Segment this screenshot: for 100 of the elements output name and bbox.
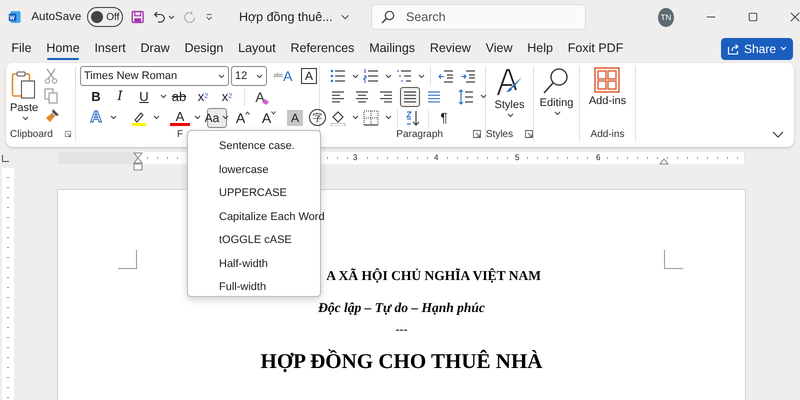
sort-icon[interactable] xyxy=(405,110,421,126)
caret-icon xyxy=(780,46,787,51)
group-label: F xyxy=(177,128,184,140)
ribbon-tab[interactable]: Insert xyxy=(87,36,134,61)
caret-icon[interactable] xyxy=(418,74,425,79)
caret-icon[interactable] xyxy=(218,74,225,79)
outline-button[interactable]: A xyxy=(86,108,106,128)
dialog-launcher-icon[interactable] xyxy=(525,130,534,138)
shaded-button[interactable]: A xyxy=(287,110,303,126)
ribbon-tab[interactable]: Draw xyxy=(133,36,178,61)
ribbon-tab[interactable]: Layout xyxy=(230,36,284,61)
caret-icon[interactable] xyxy=(480,94,487,100)
share-icon xyxy=(726,42,740,54)
caret-icon[interactable] xyxy=(153,115,160,120)
group-label: Styles xyxy=(486,128,514,140)
ribbon-tab[interactable]: References xyxy=(283,36,362,61)
share-button[interactable]: Share xyxy=(720,38,793,60)
shrink-button[interactable]: A xyxy=(259,108,279,128)
save-icon[interactable] xyxy=(131,9,145,25)
caret-icon[interactable] xyxy=(222,115,230,120)
caret-icon[interactable] xyxy=(22,116,29,121)
show-formatting-marks-button[interactable]: ¶ xyxy=(434,108,454,128)
caret-icon[interactable] xyxy=(160,94,167,100)
italic-button[interactable]: I xyxy=(110,86,130,107)
add-ins-button[interactable]: Add-ins xyxy=(584,66,630,109)
menu-item[interactable]: Full-width xyxy=(188,276,320,300)
change-case-button[interactable]: Aa xyxy=(207,108,227,128)
decrease-indent-icon[interactable] xyxy=(438,68,454,84)
color-button[interactable]: A xyxy=(170,109,190,126)
caret-icon[interactable] xyxy=(385,115,392,120)
editing-button[interactable]: Editing xyxy=(536,66,578,118)
collapse-ribbon-icon[interactable] xyxy=(772,131,784,139)
borders-icon[interactable] xyxy=(363,110,379,126)
clipboard-icon xyxy=(11,70,38,100)
caret-icon[interactable] xyxy=(352,115,359,120)
text-effects-button[interactable]: $^{abc}$A xyxy=(273,66,293,86)
maximize-icon[interactable] xyxy=(748,11,758,23)
undo-icon[interactable] xyxy=(152,9,166,25)
character-border-button[interactable]: A xyxy=(301,68,317,84)
caret-icon[interactable] xyxy=(194,115,201,120)
align-right-icon xyxy=(378,90,394,104)
menu-item[interactable]: Sentence case. xyxy=(188,135,320,158)
close-icon[interactable] xyxy=(790,11,800,23)
ribbon-tab[interactable]: File xyxy=(4,36,39,61)
menu-item[interactable]: lowercase xyxy=(188,158,320,182)
paste-button[interactable]: Paste xyxy=(6,66,42,124)
caret-icon[interactable] xyxy=(554,111,561,116)
line-spacing-icon[interactable] xyxy=(458,88,474,105)
ribbon-tab[interactable]: Home xyxy=(38,36,88,61)
ribbon-tab[interactable]: Mailings xyxy=(362,36,422,61)
margin-corner-mark xyxy=(118,250,137,269)
scissors-icon[interactable] xyxy=(44,68,58,84)
numbering-icon[interactable] xyxy=(363,68,379,84)
customize-toolbar-icon[interactable] xyxy=(204,13,213,21)
bold-button[interactable]: B xyxy=(86,86,106,107)
font-size-dropdown[interactable]: 12 xyxy=(231,66,267,86)
styles-button[interactable]: Styles xyxy=(490,66,528,120)
ribbon-tab[interactable]: View xyxy=(478,36,520,61)
caret-icon[interactable] xyxy=(507,113,514,118)
indent-marker-icon[interactable] xyxy=(133,152,143,172)
paintbrush-icon[interactable] xyxy=(44,108,60,124)
font-name-dropdown[interactable]: Times New Roman xyxy=(80,66,229,86)
caret-icon[interactable] xyxy=(385,74,392,79)
bullets-icon[interactable] xyxy=(330,68,346,84)
multilevel-list-icon[interactable] xyxy=(396,68,412,84)
increase-indent-icon[interactable] xyxy=(460,68,476,84)
ribbon-tab[interactable]: Foxit PDF xyxy=(560,36,631,61)
group-label: Clipboard xyxy=(10,128,53,140)
paint-bucket-icon[interactable] xyxy=(330,110,346,126)
word-app-icon xyxy=(8,9,22,25)
tab-stop-selector[interactable] xyxy=(2,154,9,162)
search-field[interactable]: Search xyxy=(371,4,586,30)
menu-item[interactable]: tOGGLE cASE xyxy=(188,229,320,252)
dialog-launcher-icon[interactable] xyxy=(64,130,71,138)
ribbon-tab[interactable]: Design xyxy=(177,36,231,61)
caret-icon[interactable] xyxy=(110,115,117,120)
menu-item[interactable]: Half-width xyxy=(188,252,320,276)
dialog-launcher-icon[interactable] xyxy=(473,130,481,138)
circled-button[interactable]: 字 xyxy=(309,109,326,126)
caret-icon[interactable] xyxy=(352,74,359,79)
search-icon xyxy=(381,10,395,24)
ribbon-tab[interactable]: Help xyxy=(520,36,560,61)
separator-text: --- xyxy=(396,322,408,336)
caret-up-icon xyxy=(245,110,250,115)
align-center-icon xyxy=(354,90,370,104)
autosave-toggle[interactable]: Off xyxy=(87,7,124,27)
chevron-down-icon[interactable] xyxy=(340,14,349,20)
menu-item[interactable]: UPPERCASE xyxy=(188,182,320,206)
ribbon-tab[interactable]: Review xyxy=(422,36,478,61)
script-button[interactable]: x$^{2}$ xyxy=(217,86,237,107)
align-justify-button[interactable] xyxy=(400,86,420,107)
document-title[interactable]: Hợp đồng thuê... xyxy=(238,10,333,24)
caret-icon[interactable] xyxy=(168,14,176,20)
underline-button[interactable]: U xyxy=(134,86,154,107)
right-indent-marker-icon[interactable] xyxy=(659,158,669,165)
user-avatar[interactable]: TN xyxy=(658,8,674,26)
group-label: Add-ins xyxy=(590,128,624,140)
strike-button[interactable]: ab xyxy=(169,86,189,107)
grow-button[interactable]: A xyxy=(233,108,253,128)
caret-icon[interactable] xyxy=(256,74,263,79)
